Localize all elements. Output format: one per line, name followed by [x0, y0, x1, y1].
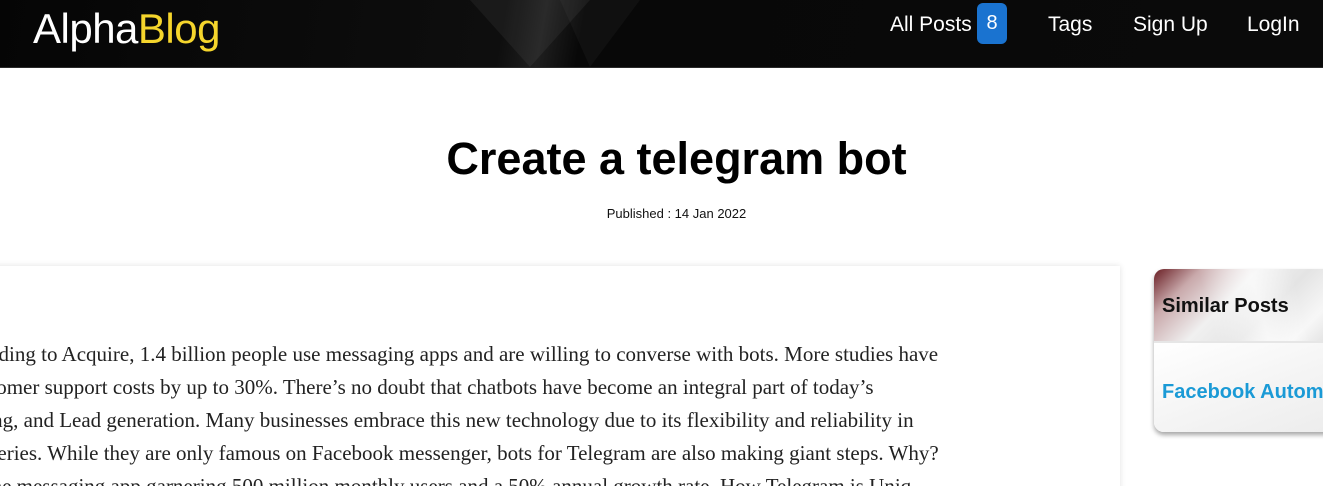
brand-logo[interactable]: AlphaBlog: [33, 4, 220, 54]
post-body-line: uce customer support costs by up to 30%.…: [0, 375, 874, 399]
similar-posts-header: Similar Posts: [1154, 269, 1323, 341]
nav-tags[interactable]: Tags: [1048, 12, 1092, 38]
published-date: Published : 14 Jan 2022: [606, 206, 747, 221]
post-body-line: ive online messaging app garnering 500 m…: [0, 474, 912, 486]
post-body-line: marketing, and Lead generation. Many bus…: [0, 408, 914, 432]
navbar-decoration-2: [560, 0, 640, 67]
post-body-line: omer queries. While they are only famous…: [0, 441, 939, 465]
nav-sign-up[interactable]: Sign Up: [1133, 12, 1208, 38]
post-body: el According to Acquire, 1.4 billion peo…: [0, 338, 1058, 486]
all-posts-count-badge[interactable]: 8: [977, 3, 1007, 44]
post-title: Create a telegram bot: [446, 133, 907, 184]
nav-login[interactable]: LogIn: [1247, 12, 1300, 38]
navbar: AlphaBlog All Posts 8 Tags Sign Up LogIn: [0, 0, 1323, 68]
nav-all-posts[interactable]: All Posts: [890, 12, 972, 38]
brand-part-alpha: Alpha: [33, 5, 138, 52]
brand-part-blog: Blog: [137, 5, 221, 52]
similar-post-link[interactable]: Facebook Automation: [1162, 379, 1323, 405]
similar-posts-title: Similar Posts: [1162, 295, 1289, 317]
similar-posts-panel: Similar Posts: [1154, 269, 1323, 432]
page: AlphaBlog All Posts 8 Tags Sign Up LogIn…: [0, 0, 1323, 486]
post-body-line: el According to Acquire, 1.4 billion peo…: [0, 342, 939, 366]
